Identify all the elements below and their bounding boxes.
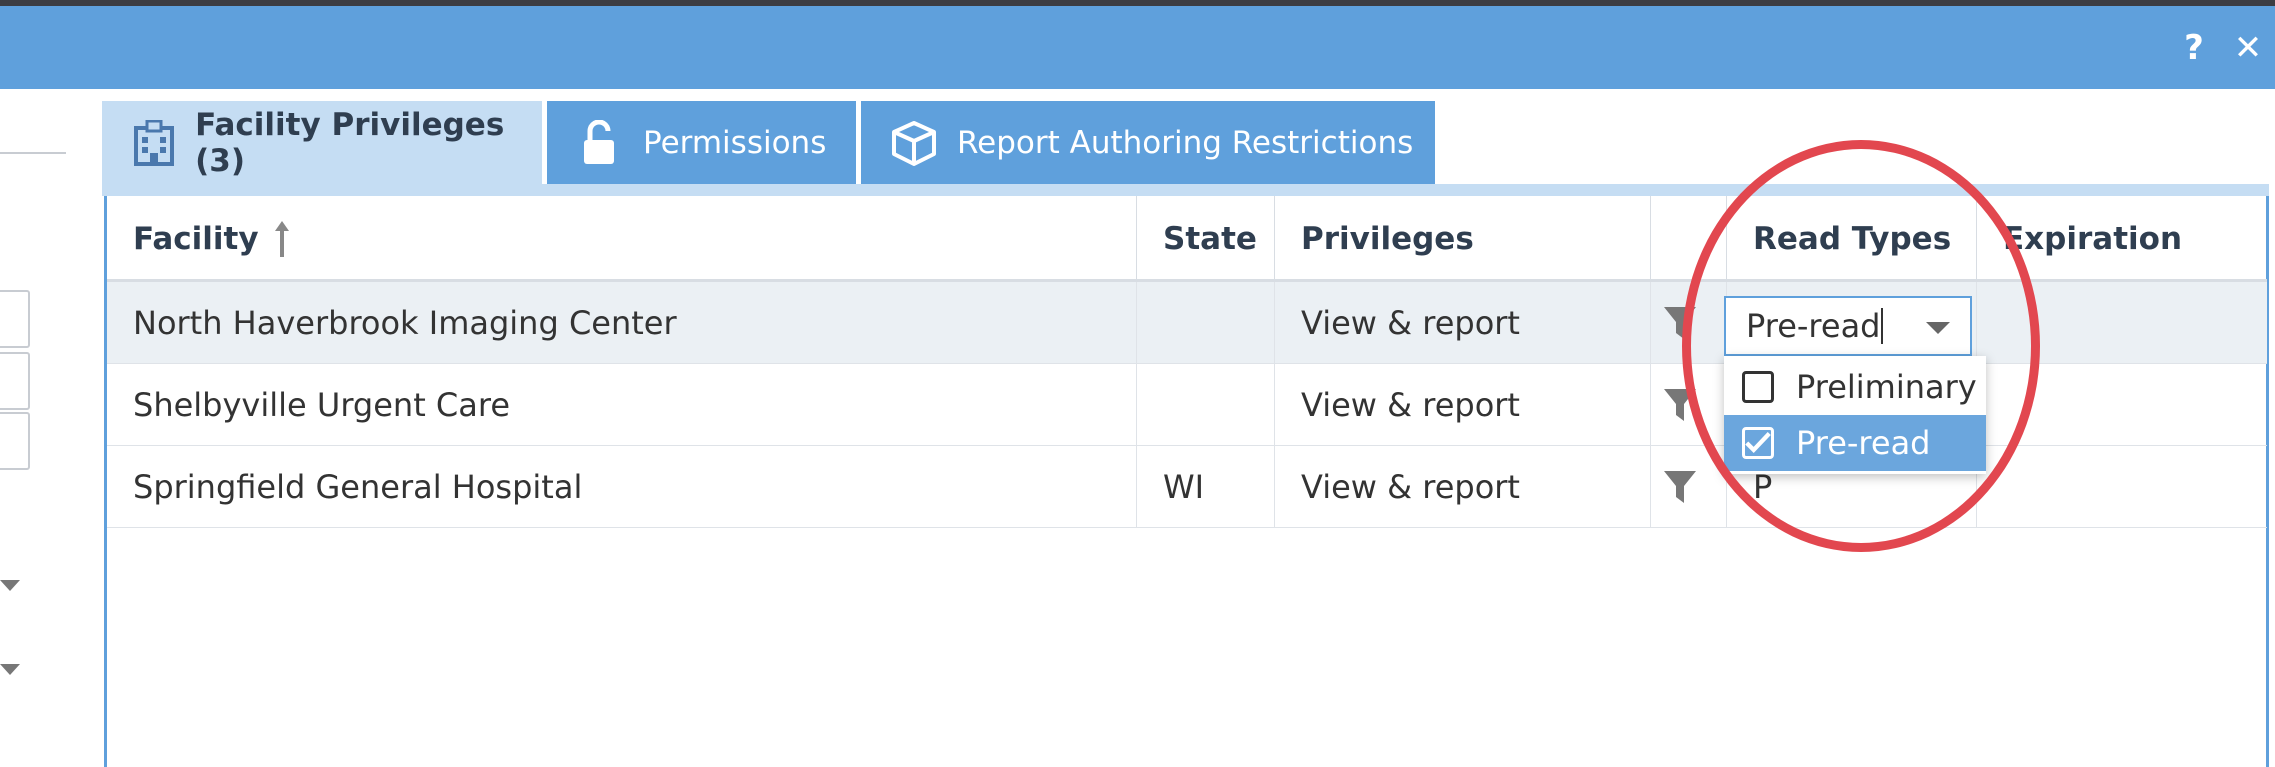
tab-strip: Facility Privileges (3) Permissions Repo… — [102, 101, 2269, 185]
text-caret — [1881, 308, 1884, 344]
option-preliminary[interactable]: Preliminary — [1724, 359, 1986, 415]
option-pre-read[interactable]: Pre-read — [1724, 415, 1986, 471]
box-icon — [891, 120, 937, 166]
chevron-down-icon[interactable] — [1926, 322, 1950, 334]
column-header-facility[interactable]: Facility — [107, 196, 1137, 282]
tab-permissions[interactable]: Permissions — [547, 101, 856, 184]
left-field-1[interactable] — [0, 290, 30, 348]
facility-cell: North Haverbrook Imaging Center — [107, 282, 1137, 364]
privileges-cell: View & report — [1275, 282, 1651, 364]
sort-up-arrow-icon — [273, 219, 291, 259]
close-button[interactable]: ✕ — [2228, 28, 2268, 68]
left-field-2[interactable] — [0, 352, 30, 410]
unlock-icon — [577, 119, 623, 166]
expiration-cell — [1977, 364, 2267, 446]
left-field-3[interactable] — [0, 412, 30, 470]
option-label: Pre-read — [1796, 424, 1931, 462]
state-cell — [1137, 364, 1275, 446]
facility-privileges-grid: Facility State Privileges Read Types Exp… — [104, 196, 2269, 767]
tab-label: Facility Privileges (3) — [195, 106, 505, 179]
filter-icon[interactable] — [1660, 467, 1700, 507]
dialog-title-bar: ? ✕ — [0, 6, 2275, 89]
column-header-expiration[interactable]: Expiration — [1977, 196, 2267, 282]
privileges-cell: View & report — [1275, 364, 1651, 446]
tab-label: Report Authoring Restrictions — [957, 124, 1414, 161]
tab-underline — [102, 184, 2269, 196]
option-label: Preliminary — [1796, 368, 1977, 406]
checkbox-checked-icon[interactable] — [1742, 427, 1774, 459]
hospital-icon — [132, 119, 175, 166]
expiration-cell — [1977, 282, 2267, 364]
state-cell: WI — [1137, 446, 1275, 528]
tab-facility-privileges[interactable]: Facility Privileges (3) — [102, 101, 542, 184]
column-header-state[interactable]: State — [1137, 196, 1275, 282]
column-header-filter — [1651, 196, 1727, 282]
facility-cell: Shelbyville Urgent Care — [107, 364, 1137, 446]
read-types-value: Pre-read — [1746, 307, 1881, 345]
chevron-down-icon[interactable] — [0, 580, 20, 591]
grid-header: Facility State Privileges Read Types Exp… — [107, 196, 2267, 282]
column-header-read-types[interactable]: Read Types — [1727, 196, 1977, 282]
filter-icon[interactable] — [1660, 385, 1700, 425]
tab-label: Permissions — [643, 124, 827, 161]
left-panel — [0, 89, 66, 767]
divider — [0, 152, 66, 154]
help-button[interactable]: ? — [2174, 28, 2214, 68]
facility-cell: Springfield General Hospital — [107, 446, 1137, 528]
column-header-privileges[interactable]: Privileges — [1275, 196, 1651, 282]
column-header-label: Facility — [133, 221, 259, 257]
read-types-dropdown: Preliminary Pre-read — [1724, 356, 1986, 474]
expiration-cell — [1977, 446, 2267, 528]
state-cell — [1137, 282, 1275, 364]
checkbox-unchecked-icon[interactable] — [1742, 371, 1774, 403]
privileges-cell: View & report — [1275, 446, 1651, 528]
chevron-down-icon[interactable] — [0, 664, 20, 675]
tab-report-authoring-restrictions[interactable]: Report Authoring Restrictions — [861, 101, 1435, 184]
read-types-combobox[interactable]: Pre-read — [1724, 296, 1972, 356]
filter-icon[interactable] — [1660, 303, 1700, 343]
